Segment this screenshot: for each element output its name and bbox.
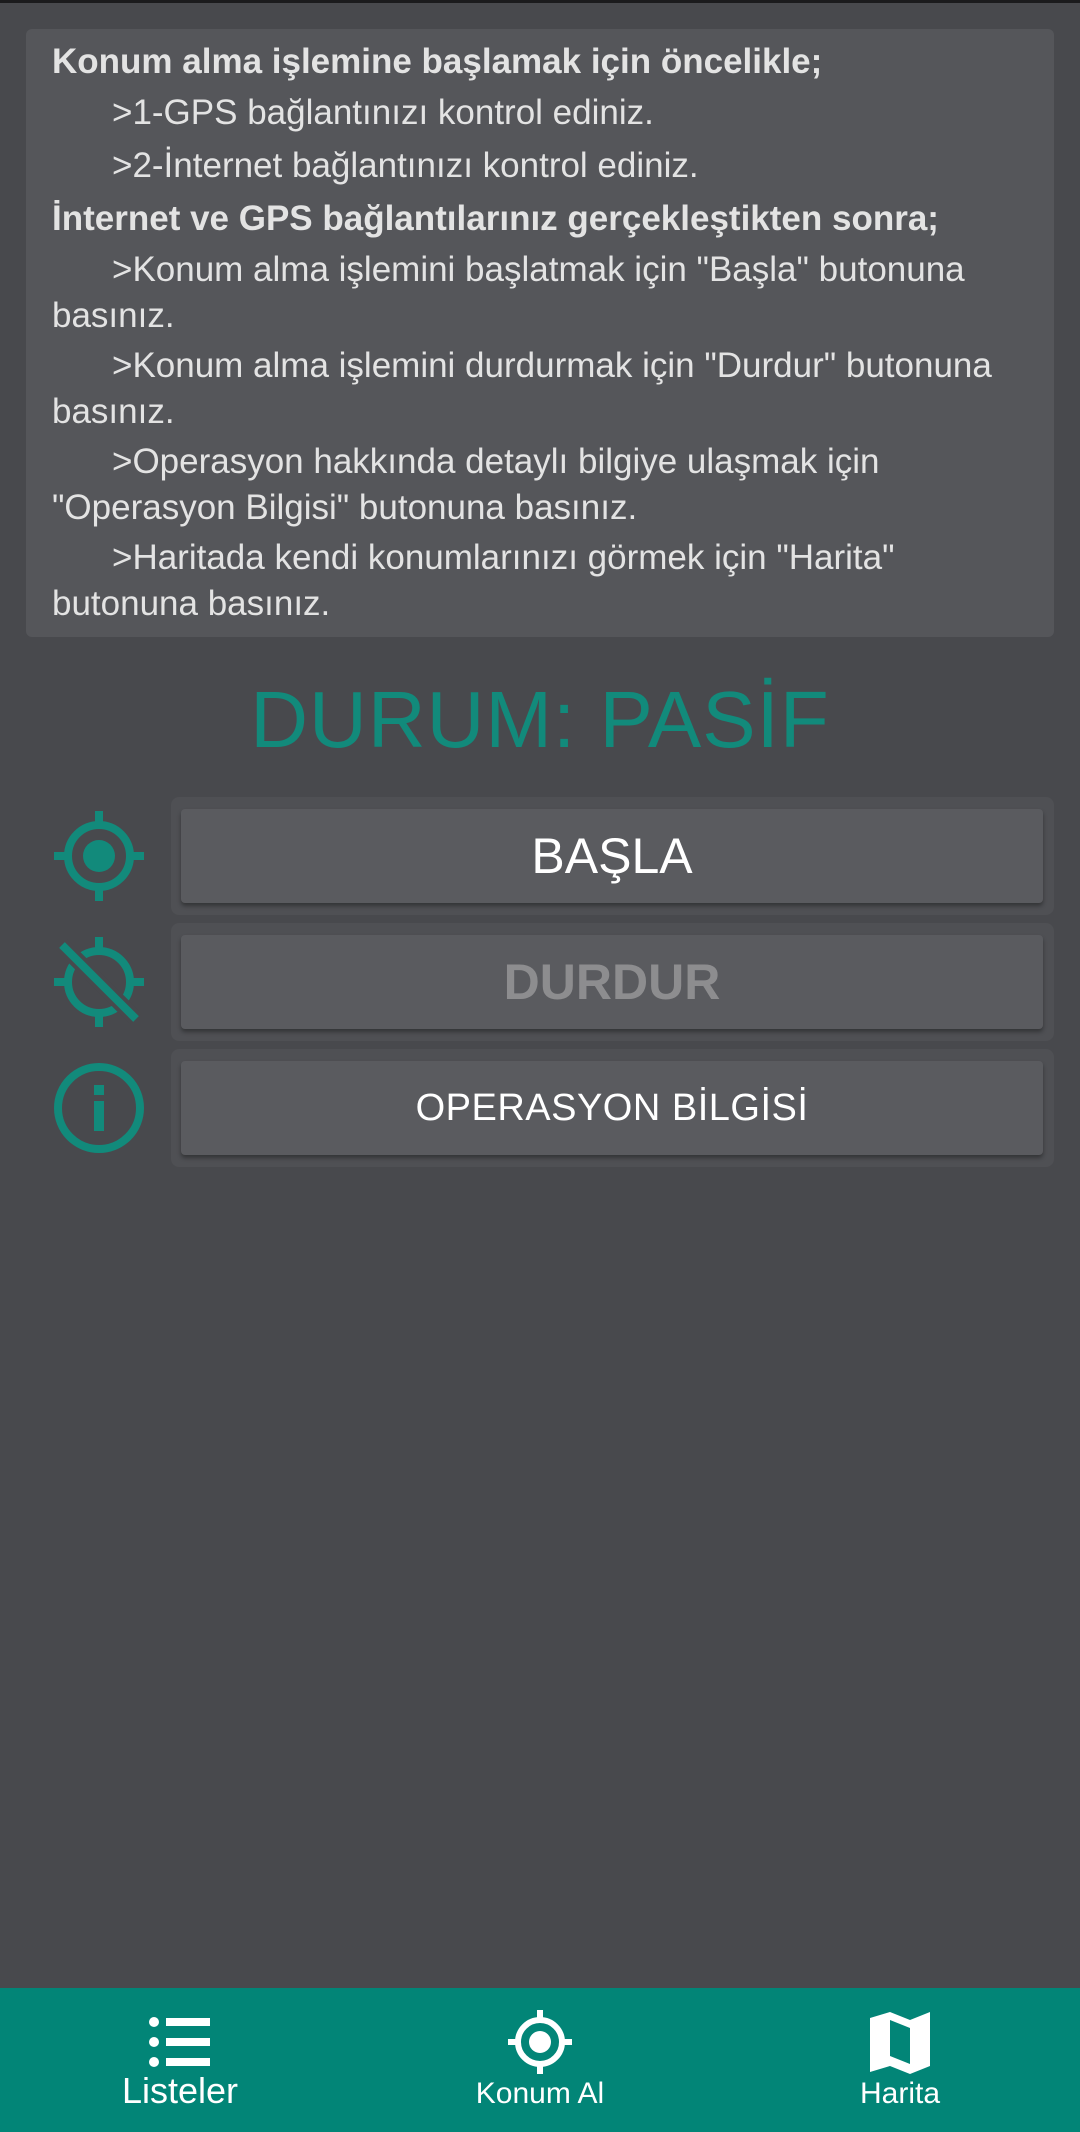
info-button-frame: OPERASYON BİLGİSİ: [171, 1049, 1054, 1167]
nav-item-get-location[interactable]: Konum Al: [360, 1988, 720, 2132]
operation-info-button[interactable]: OPERASYON BİLGİSİ: [181, 1061, 1043, 1155]
instructions-tip-start: >Konum alma işlemini başlatmak için "Baş…: [52, 250, 965, 335]
info-icon: [52, 1061, 146, 1155]
bottom-navigation: Listeler Konum Al Harita: [0, 1988, 1080, 2132]
list-icon: [144, 2006, 216, 2078]
nav-label-lists: Listeler: [121, 2070, 239, 2111]
instructions-tip-stop: >Konum alma işlemini durdurmak için "Dur…: [52, 346, 992, 431]
map-icon: [864, 2006, 936, 2078]
stop-row: DURDUR: [0, 923, 1080, 1041]
nav-label-get-location: Konum Al: [475, 2077, 605, 2110]
instructions-tip-map: >Haritada kendi konumlarınızı görmek içi…: [52, 538, 895, 623]
my-location-icon: [504, 2006, 576, 2078]
stop-button[interactable]: DURDUR: [181, 935, 1043, 1029]
gps-fixed-icon: [52, 809, 146, 903]
instructions-tip-info: >Operasyon hakkında detaylı bilgiye ulaş…: [52, 442, 880, 527]
instructions-card: Konum alma işlemine başlamak için önceli…: [26, 29, 1054, 637]
start-button-frame: BAŞLA: [171, 797, 1054, 915]
nav-item-lists[interactable]: Listeler: [0, 1988, 360, 2132]
stop-button-frame: DURDUR: [171, 923, 1054, 1041]
nav-label-map: Harita: [859, 2077, 941, 2110]
instructions-step-internet: >2-İnternet bağlantınızı kontrol ediniz.: [112, 146, 699, 185]
nav-item-map[interactable]: Harita: [720, 1988, 1080, 2132]
info-row: OPERASYON BİLGİSİ: [0, 1049, 1080, 1167]
instructions-step-gps: >1-GPS bağlantınızı kontrol ediniz.: [112, 93, 654, 132]
gps-off-icon: [52, 935, 146, 1029]
start-row: BAŞLA: [0, 797, 1080, 915]
instructions-heading-prerequisites: Konum alma işlemine başlamak için önceli…: [52, 42, 823, 81]
start-button[interactable]: BAŞLA: [181, 809, 1043, 903]
instructions-heading-after-connection: İnternet ve GPS bağlantılarınız gerçekle…: [52, 199, 939, 238]
status-text: DURUM: PASİF: [250, 675, 830, 764]
top-border: [0, 0, 1080, 3]
